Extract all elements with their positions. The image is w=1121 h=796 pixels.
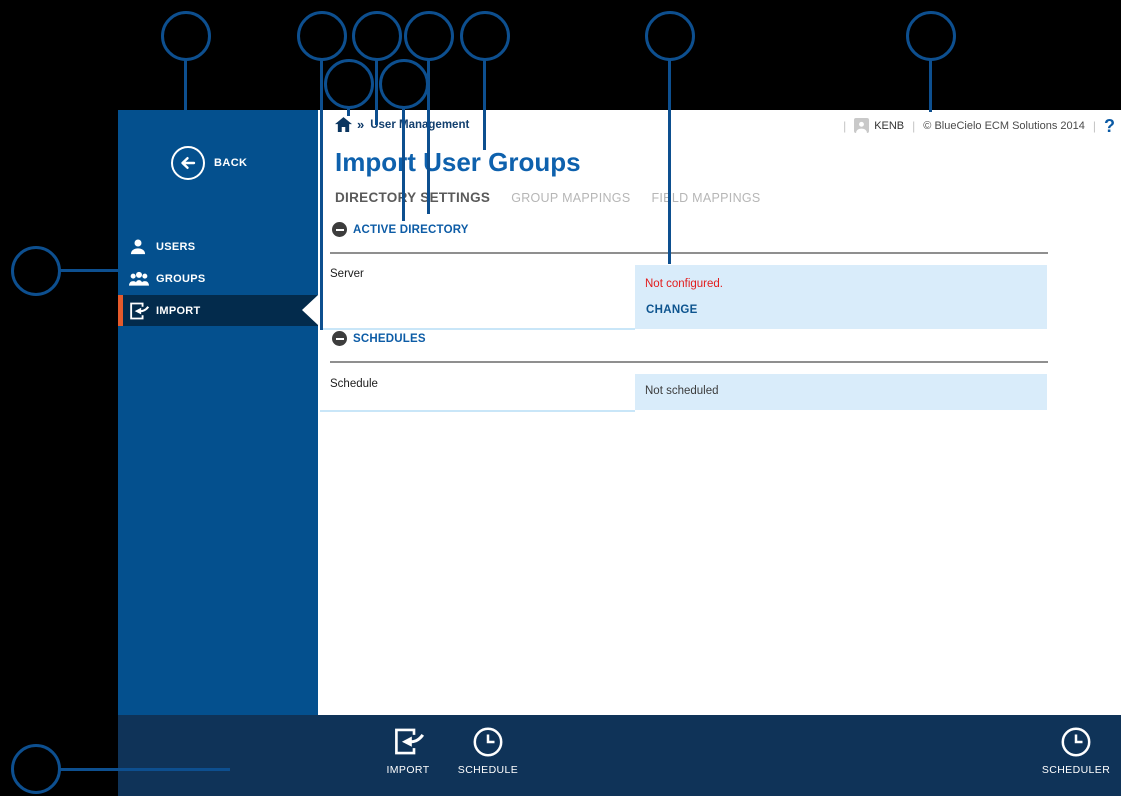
sidebar-item-label: USERS: [156, 241, 195, 253]
server-value-box: Not configured. CHANGE: [635, 265, 1047, 329]
callout-circle: [352, 11, 402, 61]
copyright: © BlueCielo ECM Solutions 2014: [923, 120, 1085, 132]
schedule-value-box: Not scheduled: [635, 374, 1047, 410]
change-link[interactable]: CHANGE: [646, 304, 698, 316]
sidebar-item-label: IMPORT: [156, 305, 201, 317]
sidebar-item-import[interactable]: IMPORT: [118, 295, 318, 326]
user-icon: [128, 237, 150, 257]
callout-line: [402, 106, 405, 221]
clock-icon: [438, 725, 538, 758]
home-icon[interactable]: [335, 117, 352, 132]
back-button-label: BACK: [214, 157, 247, 169]
callout-circle: [460, 11, 510, 61]
field-label-schedule: Schedule: [330, 378, 378, 390]
callout-circle: [906, 11, 956, 61]
page-title: Import User Groups: [335, 147, 581, 178]
schedule-status-text: Not scheduled: [645, 385, 719, 397]
section-divider: [330, 252, 1048, 254]
action-button-label: SCHEDULE: [438, 764, 538, 776]
server-status-text: Not configured.: [645, 278, 723, 290]
main-content: » User Management | KENB | © BlueCielo E…: [318, 110, 1121, 715]
callout-line: [375, 60, 378, 125]
schedule-action-button[interactable]: SCHEDULE: [438, 725, 538, 776]
section-title: ACTIVE DIRECTORY: [353, 224, 469, 236]
callout-line: [184, 60, 187, 110]
user-avatar-icon: [854, 118, 869, 133]
action-button-label: SCHEDULER: [1026, 764, 1121, 776]
sidebar-item-groups[interactable]: GROUPS: [118, 263, 318, 295]
callout-circle: [645, 11, 695, 61]
callout-circle: [297, 11, 347, 61]
row-separator: [320, 410, 635, 412]
sidebar-item-users[interactable]: USERS: [118, 231, 318, 263]
tab-directory-settings[interactable]: DIRECTORY SETTINGS: [335, 190, 490, 205]
selected-notch: [302, 295, 318, 325]
username[interactable]: KENB: [874, 120, 904, 132]
field-label-server: Server: [330, 268, 364, 280]
section-title: SCHEDULES: [353, 333, 426, 345]
collapse-minus-icon[interactable]: [332, 222, 347, 237]
callout-line: [929, 60, 932, 112]
back-arrow-icon: [171, 146, 205, 180]
callout-circle: [11, 246, 61, 296]
collapse-minus-icon[interactable]: [332, 331, 347, 346]
clock-icon: [1026, 725, 1121, 758]
breadcrumb-item[interactable]: User Management: [370, 119, 469, 131]
import-icon: [128, 301, 150, 321]
callout-circle: [11, 744, 61, 794]
callout-line: [60, 269, 118, 272]
callout-line: [483, 60, 486, 150]
back-button[interactable]: BACK: [171, 146, 247, 180]
breadcrumb-separator: »: [357, 117, 364, 132]
callout-circle: [404, 11, 454, 61]
scheduler-action-button[interactable]: SCHEDULER: [1026, 725, 1121, 776]
help-button[interactable]: ?: [1104, 119, 1115, 133]
callout-circle: [324, 59, 374, 109]
tab-group-mappings[interactable]: GROUP MAPPINGS: [511, 191, 630, 205]
group-icon: [128, 269, 150, 289]
section-active-directory-header[interactable]: ACTIVE DIRECTORY: [332, 222, 469, 237]
selected-accent-bar: [118, 295, 123, 326]
screenshot-root: BACK USERS GROUPS IMPORT: [0, 0, 1121, 796]
section-schedules-header[interactable]: SCHEDULES: [332, 331, 426, 346]
callout-circle: [379, 59, 429, 109]
section-divider: [330, 361, 1048, 363]
sidebar: BACK USERS GROUPS IMPORT: [118, 110, 318, 715]
callout-line: [668, 60, 671, 264]
sidebar-menu: USERS GROUPS IMPORT: [118, 231, 318, 326]
row-separator: [320, 328, 635, 330]
sidebar-item-label: GROUPS: [156, 273, 205, 285]
user-info-bar: | KENB | © BlueCielo ECM Solutions 2014 …: [835, 118, 1115, 133]
callout-circle: [161, 11, 211, 61]
callout-line: [60, 768, 230, 771]
bottom-action-bar: IMPORT SCHEDULE SCHEDULER: [118, 715, 1121, 796]
callout-line: [320, 60, 323, 330]
